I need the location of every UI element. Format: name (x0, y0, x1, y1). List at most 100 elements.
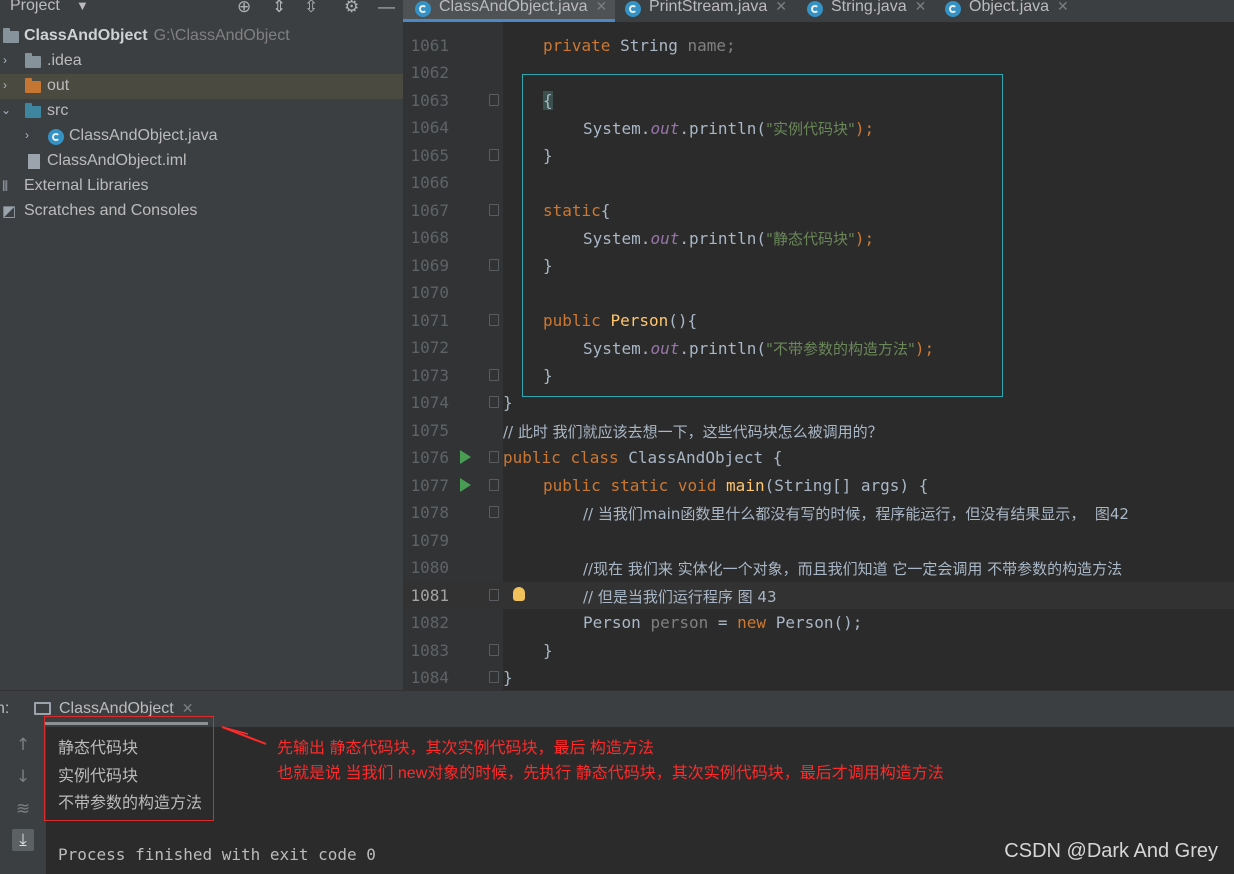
tree-item-label: ClassAndObject.java (69, 127, 218, 144)
chevron-down-icon[interactable]: ▼ (76, 0, 89, 13)
close-icon[interactable]: ✕ (775, 0, 787, 14)
soft-wrap-icon[interactable]: ≋ (12, 798, 34, 820)
fold-icon[interactable] (489, 479, 499, 491)
fold-icon[interactable] (489, 451, 499, 463)
tab-string-java[interactable]: String.java ✕ (795, 0, 926, 22)
tree-item-out[interactable]: › out (0, 74, 403, 99)
close-icon[interactable]: ✕ (182, 700, 194, 716)
folder-icon (3, 28, 19, 43)
code-line[interactable]: 1070 (403, 279, 1234, 306)
console-output-line: 静态代码块 (58, 740, 139, 757)
code-token: .println( (679, 339, 767, 358)
file-icon (28, 154, 40, 169)
code-line[interactable]: 1076 public class ClassAndObject { (403, 444, 1234, 471)
chevron-right-icon[interactable]: › (25, 128, 29, 142)
code-token: System. (583, 229, 651, 248)
method-name: main (726, 476, 765, 495)
code-line[interactable]: 1061 private String name; (403, 32, 1234, 59)
code-line[interactable]: 1078 // 当我们main函数里什么都没有写的时候，程序能运行，但没有结果显… (403, 499, 1234, 526)
locate-icon[interactable]: ⊕ (237, 0, 251, 17)
arrow-up-icon[interactable]: ↑ (12, 734, 34, 756)
tree-item-java-file[interactable]: › ClassAndObject.java (0, 124, 403, 149)
code-line[interactable]: 1065 } (403, 142, 1234, 169)
code-line[interactable]: 1073 } (403, 362, 1234, 389)
local-variable: person (650, 613, 709, 632)
arrow-down-icon[interactable]: ↓ (12, 766, 34, 788)
tab-label: Object.java (969, 0, 1050, 15)
gear-icon[interactable]: ⚙ (344, 0, 359, 17)
code-line[interactable]: 1063 { (403, 87, 1234, 114)
code-line[interactable]: 1074 } (403, 389, 1234, 416)
expand-all-icon[interactable]: ⇕ (272, 0, 286, 17)
tree-item-project-root[interactable]: ClassAndObject G:\ClassAndObject (0, 24, 403, 49)
code-line[interactable]: 1083 } (403, 637, 1234, 664)
line-number: 1070 (410, 283, 449, 302)
tree-item-label: External Libraries (24, 177, 149, 194)
watermark: CSDN @Dark And Grey (1004, 840, 1218, 862)
tree-item-scratches[interactable]: ◩ Scratches and Consoles (0, 199, 403, 224)
fold-icon[interactable] (489, 396, 499, 408)
code-line[interactable]: 1067 static{ (403, 197, 1234, 224)
library-icon: ⦀ (2, 178, 9, 194)
code-line[interactable]: 1066 (403, 169, 1234, 196)
fold-icon[interactable] (489, 314, 499, 326)
tree-item-iml-file[interactable]: ClassAndObject.iml (0, 149, 403, 174)
code-line[interactable]: 1072 System.out.println("不带参数的构造方法"); (403, 334, 1234, 361)
line-number: 1073 (410, 366, 449, 385)
code-line[interactable]: 1062 (403, 59, 1234, 86)
code-line[interactable]: 1069 } (403, 252, 1234, 279)
code-line[interactable]: 1068 System.out.println("静态代码块"); (403, 224, 1234, 251)
line-number: 1075 (410, 421, 449, 440)
run-toolbar: ↑ ↓ ≋ ⤓ (0, 727, 46, 874)
code-comment: // 当我们main函数里什么都没有写的时候，程序能运行，但没有结果显示， 图4… (583, 505, 1129, 523)
code-line-current[interactable]: 1081 // 但是当我们运行程序 图 43 (403, 582, 1234, 609)
close-icon[interactable]: ✕ (1057, 0, 1069, 14)
code-editor[interactable]: 1061 private String name; 1062 1063 { 10… (403, 22, 1234, 690)
minimize-icon[interactable]: — (378, 0, 395, 17)
tab-object-java[interactable]: Object.java ✕ (933, 0, 1069, 22)
fold-icon[interactable] (489, 149, 499, 161)
run-icon[interactable] (460, 450, 471, 464)
chevron-right-icon[interactable]: › (3, 53, 7, 67)
tab-label: ClassAndObject.java (439, 0, 588, 15)
keyword: class (570, 448, 619, 467)
tab-classandobject-java[interactable]: ClassAndObject.java ✕ (403, 0, 615, 22)
code-line[interactable]: 1082 Person person = new Person(); (403, 609, 1234, 636)
tree-item-src[interactable]: ⌄ src (0, 99, 403, 124)
close-icon[interactable]: ✕ (915, 0, 927, 14)
code-line[interactable]: 1071 public Person(){ (403, 307, 1234, 334)
code-line[interactable]: 1077 public static void main(String[] ar… (403, 472, 1234, 499)
fold-icon[interactable] (489, 259, 499, 271)
code-comment: // 但是当我们运行程序 图 43 (583, 588, 777, 606)
code-line[interactable]: 1079 (403, 527, 1234, 554)
code-line[interactable]: 1084 } (403, 664, 1234, 690)
tree-item-label: .idea (47, 52, 82, 69)
run-label: n: (0, 700, 10, 717)
fold-icon[interactable] (489, 94, 499, 106)
code-token: } (543, 146, 553, 165)
fold-icon[interactable] (489, 589, 499, 601)
keyword: static (543, 201, 601, 220)
code-token: ClassAndObject { (628, 448, 783, 467)
lightbulb-icon[interactable] (513, 587, 525, 601)
collapse-all-icon[interactable]: ⇳ (304, 0, 318, 17)
project-view-selector[interactable]: Project (10, 0, 60, 15)
tree-item-external-libraries[interactable]: ⦀ External Libraries (0, 174, 403, 199)
run-icon[interactable] (460, 478, 471, 492)
fold-icon[interactable] (489, 671, 499, 683)
run-tab-classandobject[interactable]: ClassAndObject ✕ (34, 691, 193, 721)
fold-icon[interactable] (489, 644, 499, 656)
tab-printstream-java[interactable]: PrintStream.java ✕ (613, 0, 787, 22)
close-icon[interactable]: ✕ (596, 0, 608, 14)
chevron-down-icon[interactable]: ⌄ (1, 103, 11, 117)
code-line[interactable]: 1064 System.out.println("实例代码块"); (403, 114, 1234, 141)
scroll-to-end-icon[interactable]: ⤓ (12, 829, 34, 851)
fold-icon[interactable] (489, 369, 499, 381)
code-line[interactable]: 1080 //现在 我们来 实体化一个对象，而且我们知道 它一定会调用 不带参数… (403, 554, 1234, 581)
code-line[interactable]: 1075 // 此时 我们就应该去想一下，这些代码块怎么被调用的？ (403, 417, 1234, 444)
tree-item-idea[interactable]: › .idea (0, 49, 403, 74)
fold-icon[interactable] (489, 204, 499, 216)
fold-icon[interactable] (489, 506, 499, 518)
chevron-right-icon[interactable]: › (3, 78, 7, 92)
folder-icon (25, 103, 41, 118)
